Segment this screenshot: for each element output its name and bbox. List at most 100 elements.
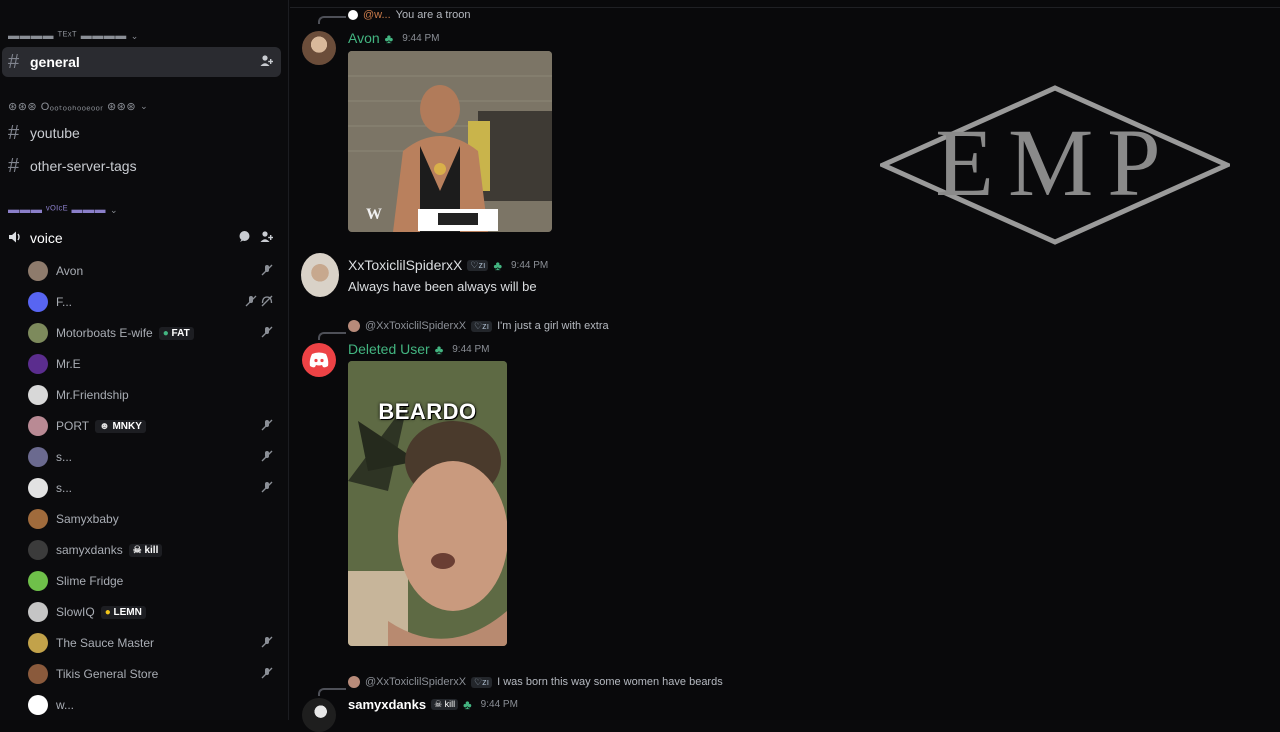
voice-user[interactable]: Mr.E xyxy=(28,351,283,377)
hash-icon: # xyxy=(8,154,20,177)
avatar xyxy=(28,478,48,498)
voice-channel-label: voice xyxy=(30,230,63,246)
invite-member-icon[interactable] xyxy=(260,230,274,246)
avatar[interactable] xyxy=(302,31,336,65)
server-tag-badge: ♡zı xyxy=(471,676,493,688)
server-tag-badge: ☠ kill xyxy=(431,699,459,710)
gif-caption: BEARDO xyxy=(378,399,477,424)
avatar xyxy=(28,571,48,591)
author-name[interactable]: samyxdanks xyxy=(348,697,426,712)
voice-user[interactable]: SlowIQ ● LEMN xyxy=(28,599,283,625)
author-name[interactable]: Avon xyxy=(348,30,380,46)
reply-preview[interactable]: @XxToxiclilSpiderxX ♡zı I was born this … xyxy=(348,676,723,688)
avatar xyxy=(28,447,48,467)
server-tag-badge: ● FAT xyxy=(158,326,194,340)
voice-user[interactable]: PORT ☻ MNKY xyxy=(28,413,283,439)
reply-spine xyxy=(318,16,346,24)
channel-general[interactable]: # general xyxy=(2,47,281,77)
channel-sidebar: ▬▬▬▬ ᵀᴱˣᵀ ▬▬▬▬ ⌄ # general ⊛⊛⊛ Oₒₒₜₒₒₕₒₒ… xyxy=(0,0,289,720)
reply-author: @XxToxiclilSpiderxX xyxy=(365,676,467,688)
avatar xyxy=(28,416,48,436)
channel-label: other-server-tags xyxy=(30,158,137,174)
muted-mic-icon xyxy=(245,295,257,310)
voice-user[interactable]: s... xyxy=(28,444,283,470)
voice-user[interactable]: The Sauce Master xyxy=(28,630,283,656)
timestamp: 9:44 PM xyxy=(402,32,440,44)
voice-user[interactable]: Mr.Friendship xyxy=(28,382,283,408)
muted-mic-icon xyxy=(261,326,273,341)
avatar xyxy=(28,323,48,343)
gif-attachment[interactable]: BEARDO xyxy=(348,361,507,646)
reply-text: You are a troon xyxy=(395,9,471,21)
server-tag-badge: ♡zı xyxy=(467,259,489,271)
mod-shield-icon: ♣ xyxy=(384,30,394,46)
voice-user[interactable]: Slime Fridge xyxy=(28,568,283,594)
voice-user-name: s... xyxy=(56,450,73,464)
avatar xyxy=(28,509,48,529)
invite-member-icon[interactable] xyxy=(260,54,274,70)
server-tag-badge: ♡zı xyxy=(471,320,493,332)
voice-user-name: Tikis General Store xyxy=(56,667,159,681)
message-author-row: Deleted User ♣ 9:44 PM xyxy=(348,341,489,357)
voice-user[interactable]: s... xyxy=(28,475,283,501)
voice-user[interactable]: F... xyxy=(28,289,283,315)
category-deco-label: ⊛⊛⊛ Oₒₒₜₒₒₕₒₒₑₒₒᵣ ⊛⊛⊛ xyxy=(8,101,137,113)
server-tag-badge: ● LEMN xyxy=(100,605,146,619)
channel-label: general xyxy=(30,54,80,70)
category-voice-label: ▬▬▬ ᵛᴼᴵᶜᴱ ▬▬▬ xyxy=(8,204,107,216)
gif-attachment[interactable]: W xyxy=(348,51,552,232)
voice-user[interactable]: Motorboats E-wife ● FAT xyxy=(28,320,283,346)
voice-user[interactable]: Samyxbaby xyxy=(28,506,283,532)
avatar xyxy=(28,540,48,560)
category-voice[interactable]: ▬▬▬ ᵛᴼᴵᶜᴱ ▬▬▬ ⌄ xyxy=(8,204,118,216)
avatar xyxy=(28,261,48,281)
avatar xyxy=(28,695,48,715)
voice-user[interactable]: w... xyxy=(28,692,283,718)
avatar[interactable] xyxy=(302,343,336,377)
voice-user-name: Mr.Friendship xyxy=(56,388,129,402)
reply-author: @XxToxiclilSpiderxX xyxy=(365,320,467,332)
voice-user[interactable]: samyxdanks ☠ kill xyxy=(28,537,283,563)
category-text[interactable]: ▬▬▬▬ ᵀᴱˣᵀ ▬▬▬▬ ⌄ xyxy=(8,30,139,42)
category-text-label: ▬▬▬▬ ᵀᴱˣᵀ ▬▬▬▬ xyxy=(8,30,127,42)
voice-user-name: F... xyxy=(56,295,73,309)
muted-mic-icon xyxy=(261,481,273,496)
watermark-logo: EMP xyxy=(876,85,1234,245)
muted-mic-icon xyxy=(261,636,273,651)
message-text: Always have been always will be xyxy=(348,279,537,294)
voice-user-name: samyxdanks xyxy=(56,543,123,557)
voice-user-name: Mr.E xyxy=(56,357,81,371)
reply-preview[interactable]: @XxToxiclilSpiderxX ♡zı I'm just a girl … xyxy=(348,320,609,332)
reply-spine xyxy=(318,688,346,696)
server-tag-text: kill xyxy=(444,699,456,709)
voice-user-name: s... xyxy=(56,481,73,495)
speaker-icon xyxy=(8,230,30,247)
voice-channel[interactable]: voice xyxy=(2,223,281,253)
reply-preview[interactable]: @w... You are a troon xyxy=(348,9,471,21)
tag-icon: ☻ xyxy=(99,420,113,432)
chevron-down-icon: ⌄ xyxy=(140,101,149,111)
reply-avatar xyxy=(348,676,360,688)
author-name[interactable]: XxToxiclilSpiderxX xyxy=(348,257,462,273)
voice-user-name: SlowIQ xyxy=(56,605,95,619)
channel-label: youtube xyxy=(30,125,80,141)
avatar[interactable] xyxy=(301,253,339,297)
muted-mic-icon xyxy=(261,264,273,279)
timestamp: 9:44 PM xyxy=(452,343,490,355)
server-tag-text: LEMN xyxy=(113,606,142,618)
channel-youtube[interactable]: # youtube xyxy=(2,118,281,148)
chat-bubble-icon[interactable] xyxy=(238,230,251,246)
avatar xyxy=(28,292,48,312)
author-name[interactable]: Deleted User xyxy=(348,341,430,357)
voice-user-name: The Sauce Master xyxy=(56,636,155,650)
voice-user-name: Samyxbaby xyxy=(56,512,119,526)
muted-mic-icon xyxy=(261,450,273,465)
avatar[interactable] xyxy=(302,698,336,732)
voice-user[interactable]: Avon xyxy=(28,258,283,284)
svg-text:EMP: EMP xyxy=(935,109,1174,216)
channel-other-server-tags[interactable]: # other-server-tags xyxy=(2,151,281,181)
category-deco[interactable]: ⊛⊛⊛ Oₒₒₜₒₒₕₒₒₑₒₒᵣ ⊛⊛⊛ ⌄ xyxy=(8,100,148,113)
voice-user[interactable]: Tikis General Store xyxy=(28,661,283,687)
voice-user-name: Motorboats E-wife xyxy=(56,326,153,340)
deafened-headphones-icon xyxy=(261,295,273,310)
